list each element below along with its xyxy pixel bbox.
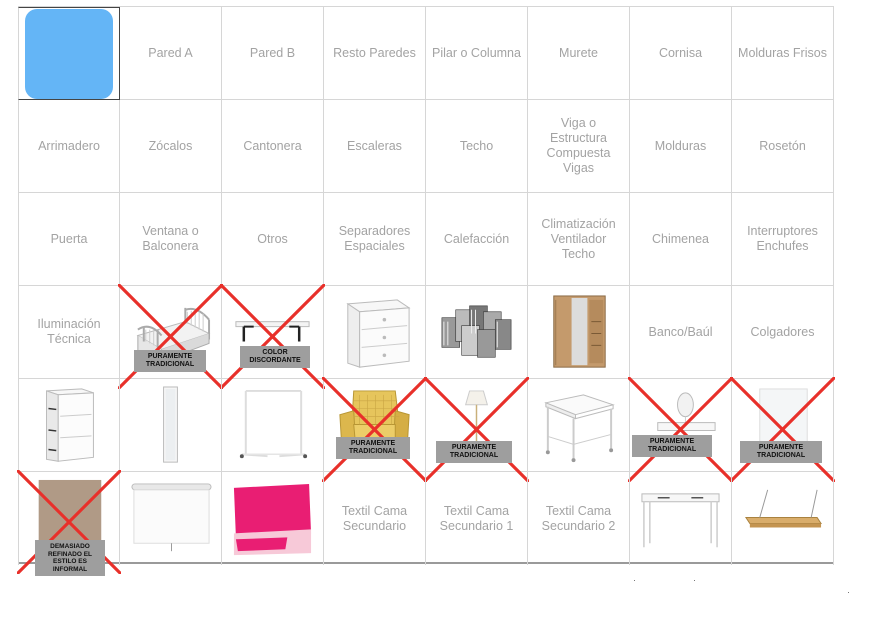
bed-linen-image	[233, 483, 312, 556]
cell-puerta[interactable]: Puerta	[18, 193, 120, 286]
stray-mark	[634, 580, 635, 581]
drawer-unit-image	[346, 299, 411, 368]
cell-escaleras[interactable]: Escaleras	[324, 100, 426, 193]
cell-side-table[interactable]	[528, 379, 630, 472]
cell-wall-mirror[interactable]: PURAMENTE TRADICIONAL	[730, 377, 835, 482]
cell-wall-panel[interactable]: DEMASIADO REFINADO EL ESTILO ES INFORMAL	[17, 470, 121, 576]
color-swatch-cell[interactable]	[18, 7, 120, 100]
cell-roller-blind[interactable]	[120, 472, 222, 565]
cell-chest-of-drawers[interactable]	[18, 379, 120, 472]
cell-cornisa[interactable]: Cornisa	[630, 7, 732, 100]
rejection-tag: PURAMENTE TRADICIONAL	[336, 437, 410, 459]
wall-shelf-wood-image	[744, 489, 822, 528]
wardrobe-image	[553, 295, 606, 368]
cell-floor-mirror[interactable]	[120, 379, 222, 472]
rejection-tag: PURAMENTE TRADICIONAL	[436, 441, 512, 463]
cell-techo[interactable]: Techo	[426, 100, 528, 193]
cell-vanity[interactable]: PURAMENTE TRADICIONAL	[628, 377, 733, 482]
cell-textil-cama-secundario-1[interactable]: Textil Cama Secundario 1	[426, 472, 528, 565]
furniture-grid: Pared A Pared B Resto Paredes Pilar o Co…	[17, 6, 835, 576]
cell-bed[interactable]: PURAMENTE TRADICIONAL	[118, 284, 223, 389]
cell-textil-cama-secundario[interactable]: Textil Cama Secundario	[324, 472, 426, 565]
cell-drawer-unit[interactable]	[324, 286, 426, 379]
cell-wall-shelf-wood[interactable]	[732, 472, 834, 565]
cell-ventana-balconera[interactable]: Ventana o Balconera	[120, 193, 222, 286]
cell-otros[interactable]: Otros	[222, 193, 324, 286]
rejection-tag: PURAMENTE TRADICIONAL	[134, 350, 206, 372]
cell-murete[interactable]: Murete	[528, 7, 630, 100]
cell-ceiling-lamp[interactable]	[426, 286, 528, 379]
cell-banco-baul[interactable]: Banco/Baúl	[630, 286, 732, 379]
cell-armchair[interactable]: PURAMENTE TRADICIONAL	[322, 377, 427, 482]
cell-cantonera[interactable]: Cantonera	[222, 100, 324, 193]
cell-pared-b[interactable]: Pared B	[222, 7, 324, 100]
cell-pared-a[interactable]: Pared A	[120, 7, 222, 100]
stray-mark	[848, 592, 849, 593]
cell-separadores-espaciales[interactable]: Separadores Espaciales	[324, 193, 426, 286]
cell-chimenea[interactable]: Chimenea	[630, 193, 732, 286]
ceiling-lamp-image	[441, 305, 512, 358]
cell-desk[interactable]	[630, 472, 732, 565]
cell-wall-shelf[interactable]: COLOR DISCORDANTE	[220, 284, 325, 389]
rejection-tag: DEMASIADO REFINADO EL ESTILO ES INFORMAL	[35, 540, 105, 576]
cell-molduras-frisos[interactable]: Molduras Frisos	[732, 7, 834, 100]
cell-roseton[interactable]: Rosetón	[732, 100, 834, 193]
desk-image	[641, 493, 720, 548]
cell-textil-cama-secundario-2[interactable]: Textil Cama Secundario 2	[528, 472, 630, 565]
stray-mark	[694, 580, 695, 581]
cell-climatizacion[interactable]: Climatización Ventilador Techo	[528, 193, 630, 286]
cell-zocalos[interactable]: Zócalos	[120, 100, 222, 193]
floor-mirror-image	[163, 386, 178, 463]
cell-viga-estructura[interactable]: Viga o Estructura Compuesta Vigas	[528, 100, 630, 193]
cell-interruptores[interactable]: Interruptores Enchufes	[732, 193, 834, 286]
cell-calefaccion[interactable]: Calefacción	[426, 193, 528, 286]
cell-clothes-rack[interactable]	[222, 379, 324, 472]
cell-resto-paredes[interactable]: Resto Paredes	[324, 7, 426, 100]
rejection-tag: PURAMENTE TRADICIONAL	[632, 435, 712, 457]
cell-iluminacion-tecnica[interactable]: Iluminación Técnica	[18, 286, 120, 379]
clothes-rack-image	[239, 389, 308, 459]
cell-pilar-columna[interactable]: Pilar o Columna	[426, 7, 528, 100]
rejection-tag: PURAMENTE TRADICIONAL	[740, 441, 822, 463]
cell-colgadores[interactable]: Colgadores	[732, 286, 834, 379]
roller-blind-image	[131, 483, 212, 552]
cell-bed-linen[interactable]	[222, 472, 324, 565]
cell-floor-lamp[interactable]: PURAMENTE TRADICIONAL	[424, 377, 529, 482]
cell-molduras[interactable]: Molduras	[630, 100, 732, 193]
cell-arrimadero[interactable]: Arrimadero	[18, 100, 120, 193]
cell-wardrobe[interactable]	[528, 286, 630, 379]
color-swatch[interactable]	[25, 8, 113, 99]
chest-of-drawers-image	[46, 388, 94, 462]
rejection-tag: COLOR DISCORDANTE	[240, 346, 310, 368]
side-table-image	[544, 394, 615, 463]
